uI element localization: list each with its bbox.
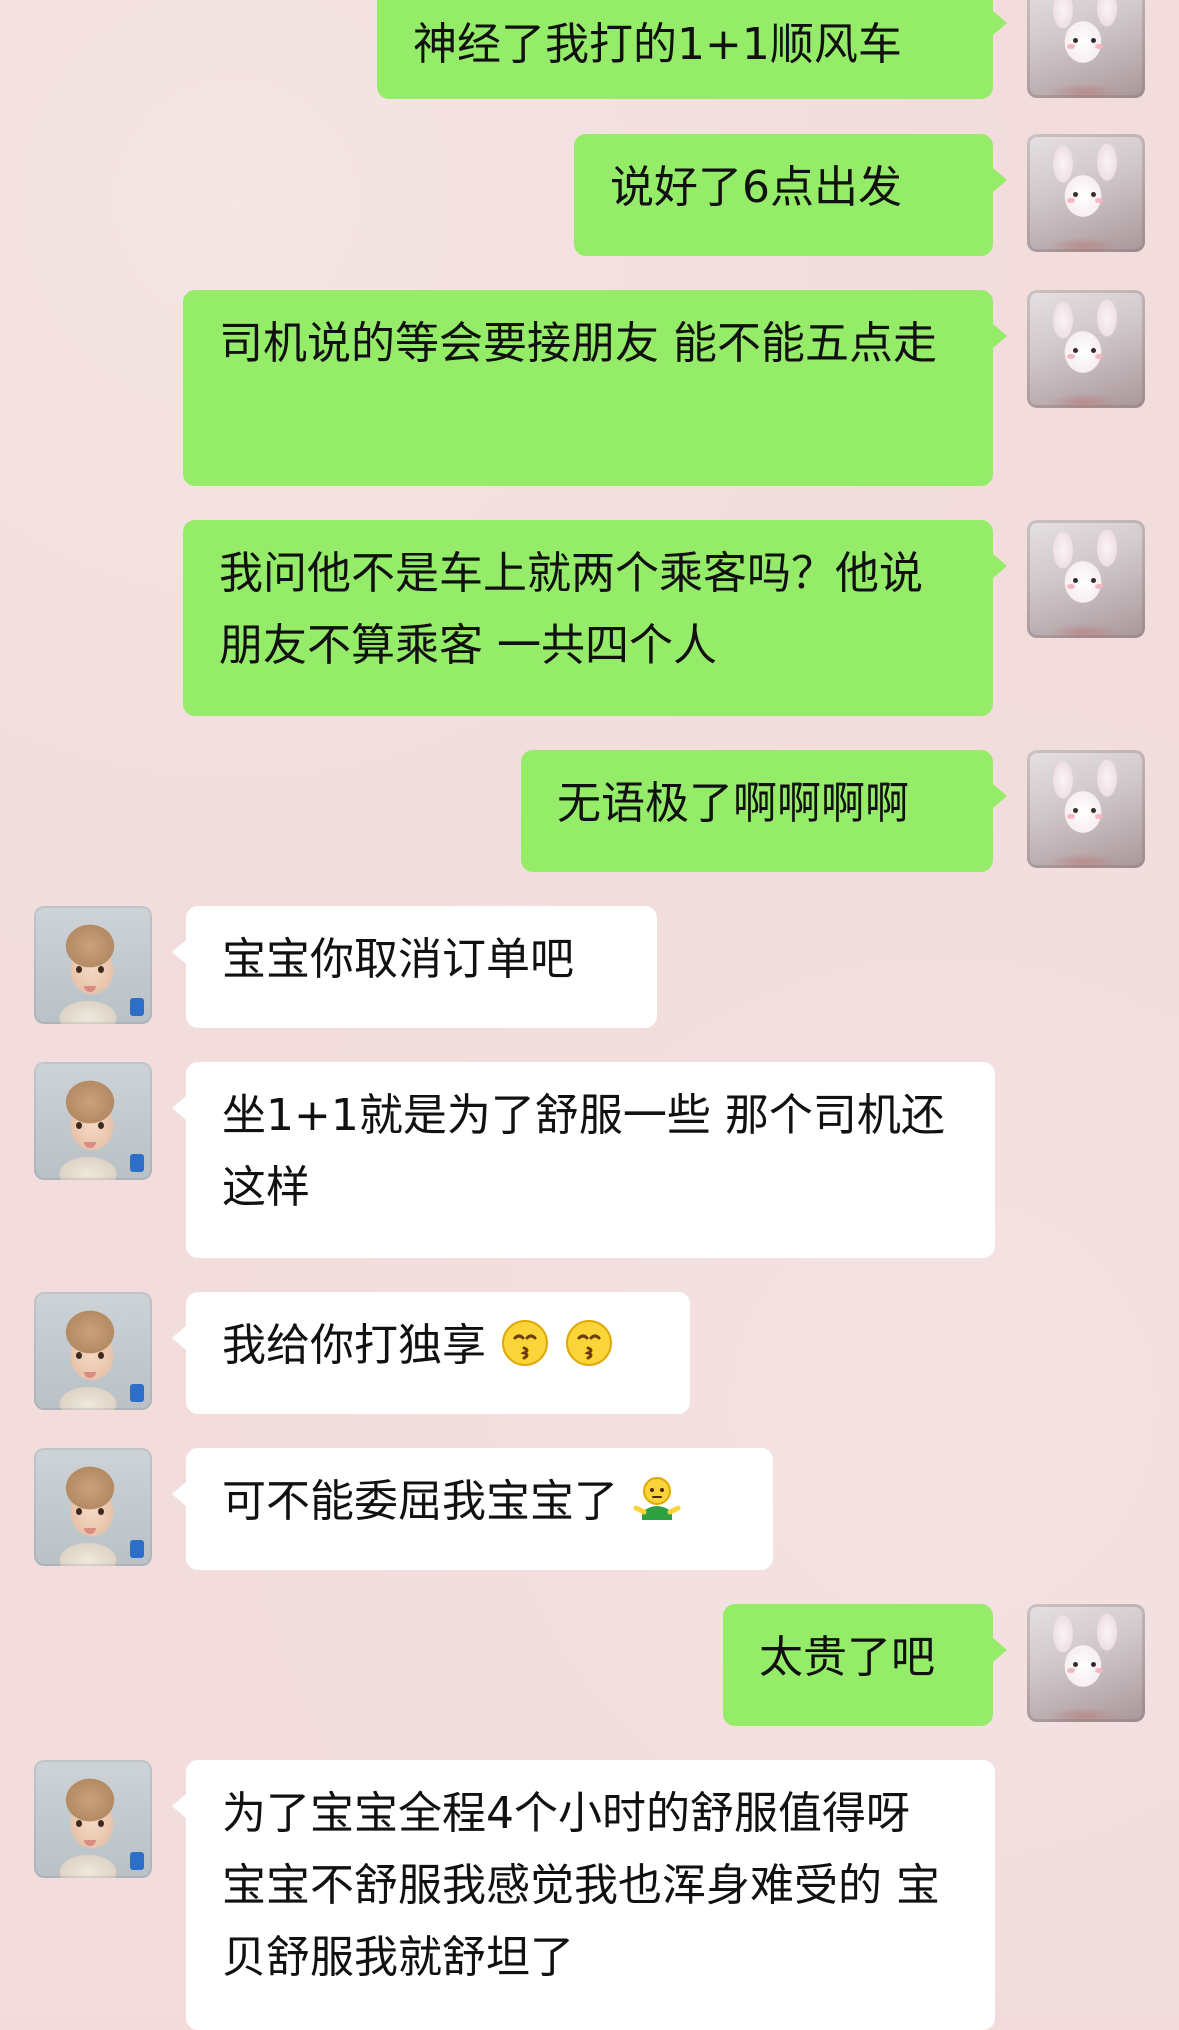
kissing-face-icon [502,1320,548,1366]
avatar[interactable] [1027,750,1145,868]
avatar[interactable] [1027,1604,1145,1722]
message-bubble[interactable]: 说好了6点出发 [574,134,1007,256]
avatar[interactable] [1027,0,1145,98]
message-bubble[interactable]: 我问他不是车上就两个乘客吗？他说朋友不算乘客 一共四个人 [183,520,1007,716]
avatar[interactable] [1027,290,1145,408]
message-text: 司机说的等会要接朋友 能不能五点走 [219,318,937,369]
message-bubble[interactable]: 我给你打独享 [172,1292,690,1414]
message-text: 为了宝宝全程4个小时的舒服值得呀 宝宝不舒服我感觉我也浑身难受的 宝贝舒服我就舒… [222,1788,940,1983]
message-text: 宝宝你取消订单吧 [222,934,574,985]
bunny-face-icon [1065,802,1105,826]
message-text: 神经了我打的1+1顺风车 [413,19,902,70]
bunny-face-icon [1065,572,1105,596]
message-bubble[interactable]: 可不能委屈我宝宝了 [172,1448,773,1570]
avatar[interactable] [34,1292,152,1410]
message-bubble[interactable]: 司机说的等会要接朋友 能不能五点走 [183,290,1007,486]
avatar[interactable] [1027,520,1145,638]
message-text: 我问他不是车上就两个乘客吗？他说朋友不算乘客 一共四个人 [219,548,923,671]
message-text: 我给你打独享 [222,1320,486,1371]
chat-area[interactable]: 神经了我打的1+1顺风车 说好了6点出发 司机说的等会要接朋友 能不能五点走 我… [0,0,1179,2030]
message-bubble[interactable]: 坐1+1就是为了舒服一些 那个司机还这样 [172,1062,995,1258]
message-text: 无语极了啊啊啊啊 [557,778,909,829]
bunny-face-icon [1065,186,1105,210]
avatar[interactable] [34,1448,152,1566]
message-bubble[interactable]: 太贵了吧 [723,1604,1007,1726]
message-bubble[interactable]: 为了宝宝全程4个小时的舒服值得呀 宝宝不舒服我感觉我也浑身难受的 宝贝舒服我就舒… [172,1760,995,2030]
avatar[interactable] [34,1062,152,1180]
message-text: 可不能委屈我宝宝了 [222,1476,618,1527]
bunny-face-icon [1065,1656,1105,1680]
shrug-figure-icon [633,1477,681,1520]
avatar[interactable] [34,1760,152,1878]
bunny-face-icon [1065,342,1105,366]
message-text: 说好了6点出发 [610,162,902,213]
message-text: 太贵了吧 [759,1632,935,1683]
message-bubble[interactable]: 无语极了啊啊啊啊 [521,750,1007,872]
message-bubble[interactable]: 宝宝你取消订单吧 [172,906,657,1028]
kissing-face-icon [566,1320,612,1366]
message-bubble[interactable]: 神经了我打的1+1顺风车 [377,0,1007,99]
bunny-face-icon [1065,32,1105,56]
message-text: 坐1+1就是为了舒服一些 那个司机还这样 [222,1090,945,1213]
avatar[interactable] [34,906,152,1024]
avatar[interactable] [1027,134,1145,252]
